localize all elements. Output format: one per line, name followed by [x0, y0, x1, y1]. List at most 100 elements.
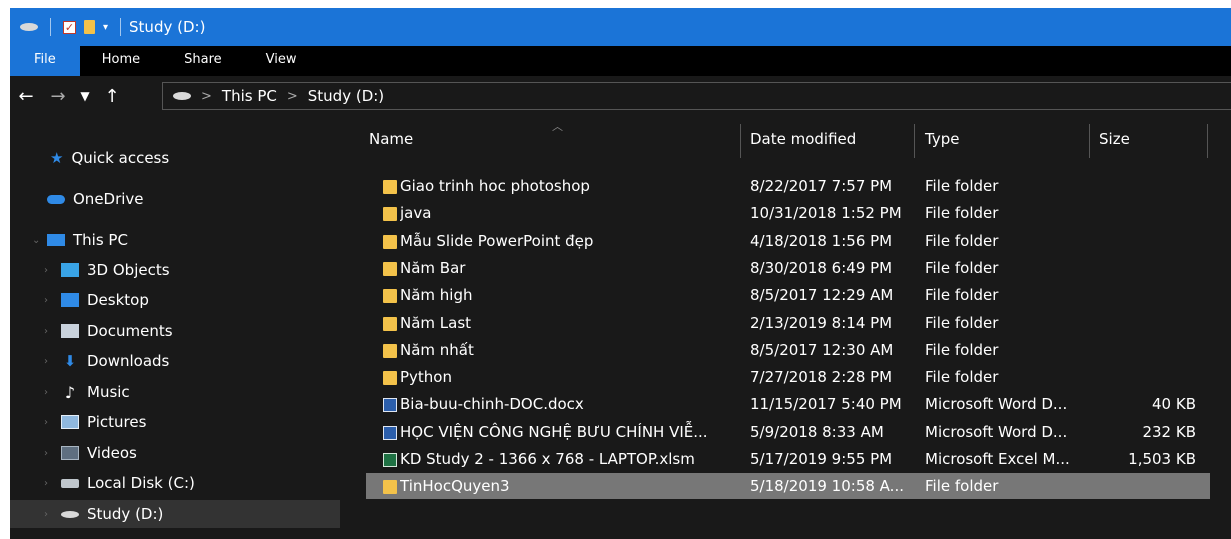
file-size-cell	[1099, 473, 1196, 499]
file-row[interactable]: Năm Last 2/13/2019 8:14 PM File folder	[366, 310, 1210, 336]
chevron-right-icon[interactable]: >	[287, 89, 298, 104]
file-row[interactable]: Năm high 8/5/2017 12:29 AM File folder	[366, 282, 1210, 308]
chevron-right-icon[interactable]: ›	[44, 356, 48, 367]
file-type-cell: File folder	[925, 231, 999, 250]
file-icon-container	[383, 452, 399, 468]
breadcrumb-this-pc[interactable]: This PC	[222, 87, 277, 105]
chevron-right-icon[interactable]: >	[201, 89, 212, 104]
file-row[interactable]: Bia-buu-chinh-DOC.docx 11/15/2017 5:40 PM…	[366, 391, 1210, 417]
tab-home[interactable]: Home	[80, 46, 162, 76]
nav-item-videos[interactable]: › Videos	[10, 439, 340, 467]
column-divider[interactable]	[1089, 124, 1090, 158]
file-date-cell: 8/5/2017 12:30 AM	[750, 340, 894, 359]
title-bar: ✓ ▾ Study (D:)	[10, 8, 1231, 46]
nav-item-pictures[interactable]: › Pictures	[10, 408, 340, 436]
nav-item-music[interactable]: › ♪ Music	[10, 378, 340, 406]
chevron-right-icon[interactable]: ›	[44, 265, 48, 276]
up-arrow-icon[interactable]: ↑	[96, 86, 128, 107]
folder-icon	[383, 343, 397, 358]
nav-item-label: OneDrive	[73, 190, 144, 208]
breadcrumb-study-d[interactable]: Study (D:)	[308, 87, 384, 105]
file-row[interactable]: Mẫu Slide PowerPoint đẹp 4/18/2018 1:56 P…	[366, 228, 1210, 254]
desktop-icon	[61, 293, 79, 307]
nav-item-onedrive[interactable]: OneDrive	[10, 185, 340, 213]
nav-item-label: Documents	[87, 322, 173, 340]
file-name-cell: Năm nhất	[400, 340, 474, 359]
file-size-cell: 1,503 KB	[1128, 450, 1196, 468]
file-size-cell	[1099, 228, 1196, 254]
file-name-cell: java	[400, 204, 432, 223]
nav-item-local-disk-c[interactable]: › Local Disk (C:)	[10, 469, 340, 497]
file-row[interactable]: HỌC VIỆN CÔNG NGHỆ BƯU CHÍNH VIỄ... 5/9/2…	[366, 419, 1210, 445]
chevron-right-icon[interactable]: ›	[44, 295, 48, 306]
customize-toolbar-chevron-icon[interactable]: ▾	[103, 22, 108, 33]
file-row[interactable]: Năm Bar 8/30/2018 6:49 PM File folder	[366, 255, 1210, 281]
excel-doc-icon	[383, 453, 397, 467]
new-folder-icon[interactable]	[84, 20, 95, 34]
file-icon-container	[383, 425, 399, 441]
file-row[interactable]: KD Study 2 - 1366 x 768 - LAPTOP.xlsm 5/1…	[366, 446, 1210, 472]
file-icon-container	[383, 343, 399, 359]
column-divider[interactable]	[914, 124, 915, 158]
folder-icon	[383, 261, 397, 276]
nav-item-study-d[interactable]: › Study (D:)	[10, 500, 340, 528]
file-size-cell	[1099, 282, 1196, 308]
nav-item-label: Quick access	[71, 149, 170, 167]
tab-share[interactable]: Share	[162, 46, 244, 76]
chevron-right-icon[interactable]: ›	[44, 387, 48, 398]
chevron-right-icon[interactable]: ›	[44, 417, 48, 428]
file-row[interactable]: Giao trinh hoc photoshop 8/22/2017 7:57 P…	[366, 173, 1210, 199]
file-date-cell: 8/22/2017 7:57 PM	[750, 177, 893, 195]
chevron-right-icon[interactable]: ›	[44, 478, 48, 489]
file-name-cell: Giao trinh hoc photoshop	[400, 177, 590, 195]
file-icon-container	[383, 234, 399, 250]
address-bar[interactable]: > This PC > Study (D:)	[162, 82, 1231, 110]
file-row[interactable]: Python 7/27/2018 2:28 PM File folder	[366, 364, 1210, 390]
picture-icon	[61, 415, 79, 429]
drive-icon	[173, 92, 191, 100]
file-type-cell: File folder	[925, 368, 999, 387]
nav-item-label: Pictures	[87, 413, 147, 431]
file-icon-container	[383, 179, 399, 195]
forward-arrow-icon[interactable]: →	[42, 86, 74, 107]
nav-item-desktop[interactable]: › Desktop	[10, 286, 340, 314]
column-header-name[interactable]: Name	[369, 118, 737, 160]
file-row[interactable]: Năm nhất 8/5/2017 12:30 AM File folder	[366, 337, 1210, 363]
folder-icon	[383, 180, 397, 194]
file-icon-container	[383, 479, 399, 495]
column-divider[interactable]	[740, 124, 741, 158]
file-type-cell: Microsoft Word D...	[925, 422, 1068, 441]
drive-icon	[61, 478, 79, 488]
recent-locations-chevron-icon[interactable]: ▼	[74, 89, 96, 103]
properties-checkmark-icon[interactable]: ✓	[63, 20, 76, 34]
chevron-right-icon[interactable]: ›	[44, 448, 48, 459]
back-arrow-icon[interactable]: ←	[10, 86, 42, 107]
file-date-cell: 4/18/2018 1:56 PM	[750, 231, 893, 250]
file-size-cell	[1099, 337, 1196, 363]
nav-item-this-pc[interactable]: ⌄ This PC	[10, 226, 340, 254]
navigation-pane: ★ Quick access OneDrive ⌄ This PC › 3D O…	[10, 118, 340, 539]
nav-item-quick-access[interactable]: ★ Quick access	[10, 144, 340, 172]
nav-item-downloads[interactable]: › ⬇ Downloads	[10, 347, 340, 375]
nav-item-3d-objects[interactable]: › 3D Objects	[10, 256, 340, 284]
file-row[interactable]: java 10/31/2018 1:52 PM File folder	[366, 200, 1210, 226]
column-header-size[interactable]: Size	[1099, 118, 1199, 160]
column-divider[interactable]	[1207, 124, 1208, 158]
file-icon-container	[383, 206, 399, 222]
word-doc-icon	[383, 425, 397, 440]
toolbar-divider	[120, 18, 122, 36]
tab-file[interactable]: File	[10, 46, 80, 76]
nav-item-label: Videos	[87, 444, 137, 462]
file-explorer-window: ✓ ▾ Study (D:) File Home Share View ← → …	[10, 8, 1231, 539]
file-name-cell: Bia-buu-chinh-DOC.docx	[400, 395, 584, 414]
chevron-down-icon[interactable]: ⌄	[32, 235, 40, 246]
tab-view[interactable]: View	[244, 46, 319, 76]
film-icon	[61, 446, 79, 460]
chevron-right-icon[interactable]: ›	[44, 509, 48, 520]
nav-item-documents[interactable]: › Documents	[10, 317, 340, 345]
chevron-right-icon[interactable]: ›	[44, 326, 48, 337]
nav-item-label: This PC	[73, 231, 128, 249]
file-row[interactable]: TinHocQuyen3 5/18/2019 10:58 A... File fol…	[366, 473, 1210, 500]
column-header-type[interactable]: Type	[925, 118, 1085, 160]
column-header-date-modified[interactable]: Date modified	[750, 118, 910, 160]
